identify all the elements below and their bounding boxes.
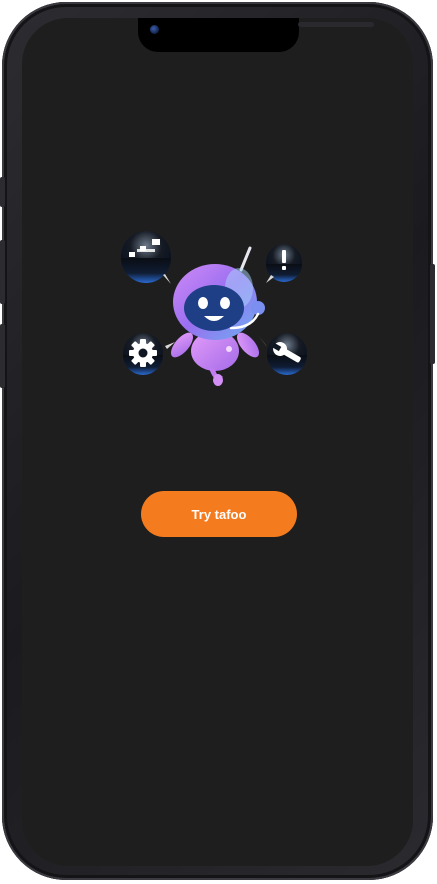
- robot-icon: [170, 246, 265, 386]
- gear-icon: [123, 333, 175, 375]
- volume-up-button: [0, 240, 5, 304]
- notch: [138, 18, 374, 52]
- mute-switch: [0, 177, 5, 207]
- volume-down-button: [0, 324, 5, 388]
- try-tafoo-button[interactable]: Try tafoo: [141, 491, 297, 537]
- wrench-icon: [259, 333, 307, 375]
- front-camera: [150, 25, 159, 34]
- robot-illustration: [121, 231, 307, 386]
- app-screen: Try tafoo: [22, 18, 413, 866]
- earpiece-speaker: [298, 22, 374, 27]
- chat-bubble-icon: [121, 231, 171, 284]
- power-button: [430, 264, 435, 364]
- exclamation-icon: [266, 244, 302, 283]
